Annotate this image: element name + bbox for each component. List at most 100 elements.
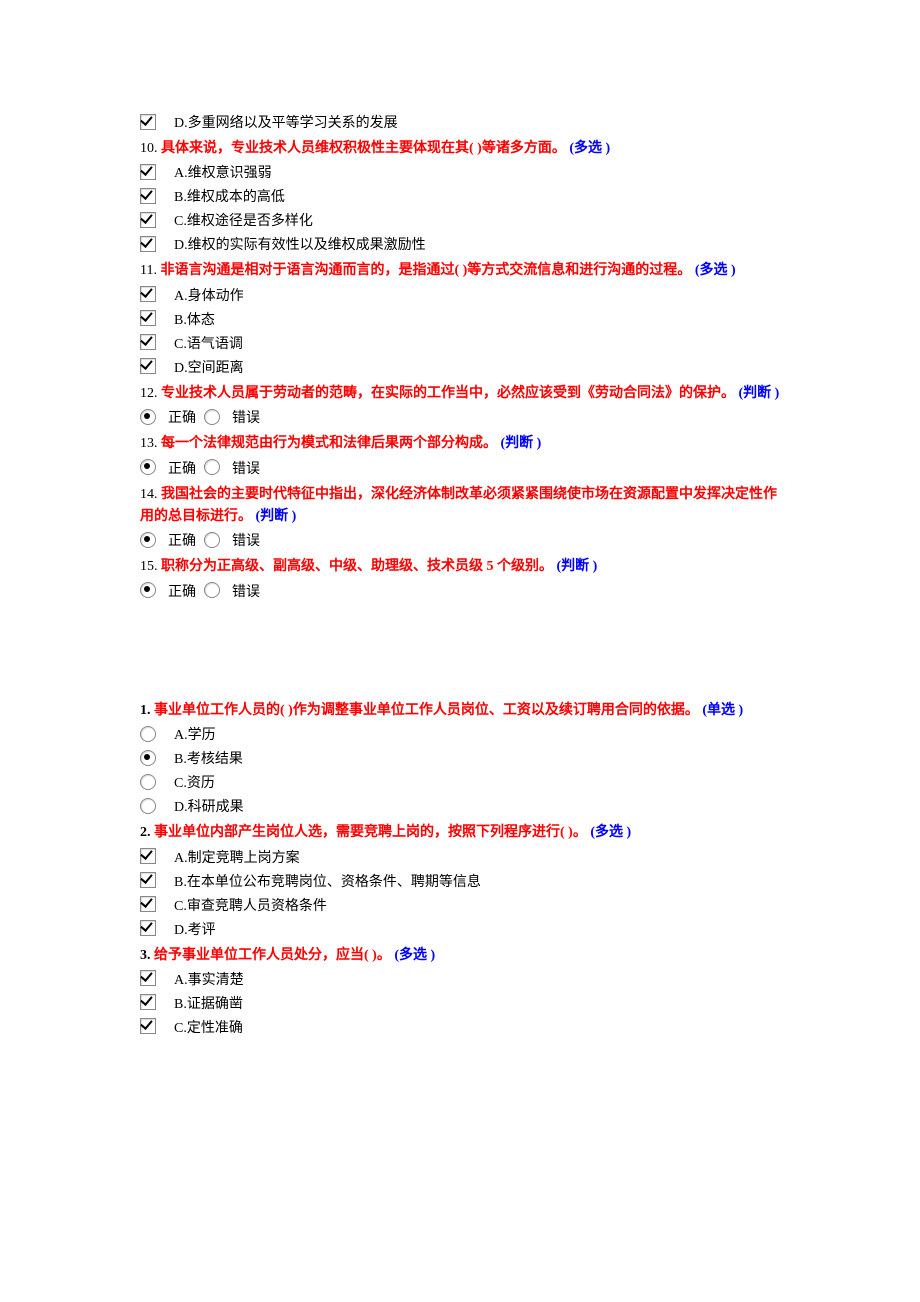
q11-option-d[interactable]: D.空间距离	[140, 358, 780, 379]
question-type: (判断 )	[739, 386, 780, 401]
option-label: D.空间距离	[174, 358, 244, 379]
question-number: 10.	[140, 141, 158, 156]
option-label: D.考评	[174, 920, 216, 941]
radio-false[interactable]	[204, 459, 220, 475]
section-gap	[140, 606, 780, 696]
radio-icon[interactable]	[140, 798, 156, 814]
false-label: 错误	[232, 531, 260, 552]
question-text: 给予事业单位工作人员处分，应当( )。	[154, 948, 391, 963]
question-type: (单选 )	[702, 703, 743, 718]
checkbox-checked-icon[interactable]	[140, 358, 156, 374]
q10-option-b[interactable]: B.维权成本的高低	[140, 187, 780, 208]
s2-question-2: 2. 事业单位内部产生岗位人选，需要竞聘上岗的，按照下列程序进行( )。 (多选…	[140, 822, 780, 844]
checkbox-checked-icon[interactable]	[140, 310, 156, 326]
checkbox-checked-icon[interactable]	[140, 236, 156, 252]
radio-true[interactable]	[140, 582, 156, 598]
radio-false[interactable]	[204, 409, 220, 425]
option-label: C.维权途径是否多样化	[174, 211, 313, 232]
true-label: 正确	[168, 582, 196, 603]
checkbox-checked-icon[interactable]	[140, 920, 156, 936]
option-label: C.语气语调	[174, 334, 243, 355]
question-text: 专业技术人员属于劳动者的范畴，在实际的工作当中，必然应该受到《劳动合同法》的保护…	[161, 386, 735, 401]
question-number: 3.	[140, 948, 151, 963]
option-label: C.资历	[174, 773, 215, 794]
checkbox-checked-icon[interactable]	[140, 970, 156, 986]
q9-option-d[interactable]: D.多重网络以及平等学习关系的发展	[140, 113, 780, 134]
question-type: (多选 )	[569, 141, 610, 156]
question-number: 11.	[140, 263, 157, 278]
false-label: 错误	[232, 459, 260, 480]
q13-tf: 正确 错误	[140, 459, 780, 480]
s2-q1-option-d[interactable]: D.科研成果	[140, 797, 780, 818]
s2-q2-option-b[interactable]: B.在本单位公布竞聘岗位、资格条件、聘期等信息	[140, 872, 780, 893]
s2-q2-option-c[interactable]: C.审查竞聘人员资格条件	[140, 896, 780, 917]
option-label: C.定性准确	[174, 1018, 243, 1039]
option-label: C.审查竞聘人员资格条件	[174, 896, 327, 917]
question-text: 具体来说，专业技术人员维权积极性主要体现在其( )等诸多方面。	[161, 141, 566, 156]
checkbox-checked-icon[interactable]	[140, 286, 156, 302]
q10-option-a[interactable]: A.维权意识强弱	[140, 163, 780, 184]
question-text: 事业单位工作人员的( )作为调整事业单位工作人员岗位、工资以及续订聘用合同的依据…	[154, 703, 699, 718]
radio-true[interactable]	[140, 409, 156, 425]
radio-true[interactable]	[140, 459, 156, 475]
checkbox-checked-icon[interactable]	[140, 212, 156, 228]
question-text: 职称分为正高级、副高级、中级、助理级、技术员级 5 个级别。	[161, 559, 553, 574]
option-label: B.考核结果	[174, 749, 243, 770]
question-10: 10. 具体来说，专业技术人员维权积极性主要体现在其( )等诸多方面。 (多选 …	[140, 138, 780, 160]
s2-q3-option-c[interactable]: C.定性准确	[140, 1018, 780, 1039]
false-label: 错误	[232, 408, 260, 429]
true-label: 正确	[168, 531, 196, 552]
question-number: 2.	[140, 825, 151, 840]
question-number: 15.	[140, 559, 158, 574]
question-type: (多选 )	[590, 825, 631, 840]
true-label: 正确	[168, 408, 196, 429]
question-type: (判断 )	[501, 436, 542, 451]
q12-tf: 正确 错误	[140, 408, 780, 429]
s2-q1-option-c[interactable]: C.资历	[140, 773, 780, 794]
checkbox-checked-icon[interactable]	[140, 896, 156, 912]
checkbox-checked-icon[interactable]	[140, 848, 156, 864]
question-text: 非语言沟通是相对于语言沟通而言的，是指通过( )等方式交流信息和进行沟通的过程。	[160, 263, 691, 278]
s2-q3-option-b[interactable]: B.证据确凿	[140, 994, 780, 1015]
option-label: B.维权成本的高低	[174, 187, 285, 208]
question-number: 14.	[140, 487, 158, 502]
checkbox-checked-icon[interactable]	[140, 994, 156, 1010]
question-12: 12. 专业技术人员属于劳动者的范畴，在实际的工作当中，必然应该受到《劳动合同法…	[140, 383, 780, 405]
radio-icon[interactable]	[140, 774, 156, 790]
radio-checked-icon[interactable]	[140, 750, 156, 766]
option-label: D.维权的实际有效性以及维权成果激励性	[174, 235, 426, 256]
radio-true[interactable]	[140, 532, 156, 548]
q11-option-a[interactable]: A.身体动作	[140, 286, 780, 307]
checkbox-checked-icon[interactable]	[140, 164, 156, 180]
question-number: 12.	[140, 386, 158, 401]
question-text: 每一个法律规范由行为模式和法律后果两个部分构成。	[161, 436, 497, 451]
s2-q2-option-a[interactable]: A.制定竞聘上岗方案	[140, 848, 780, 869]
q14-tf: 正确 错误	[140, 531, 780, 552]
s2-q3-option-a[interactable]: A.事实清楚	[140, 970, 780, 991]
option-label: A.事实清楚	[174, 970, 244, 991]
question-number: 13.	[140, 436, 158, 451]
q11-option-c[interactable]: C.语气语调	[140, 334, 780, 355]
s2-q1-option-b[interactable]: B.考核结果	[140, 749, 780, 770]
option-label: B.在本单位公布竞聘岗位、资格条件、聘期等信息	[174, 872, 481, 893]
q10-option-d[interactable]: D.维权的实际有效性以及维权成果激励性	[140, 235, 780, 256]
q10-option-c[interactable]: C.维权途径是否多样化	[140, 211, 780, 232]
question-type: (判断 )	[256, 509, 297, 524]
s2-q2-option-d[interactable]: D.考评	[140, 920, 780, 941]
checkbox-checked-icon[interactable]	[140, 114, 156, 130]
radio-icon[interactable]	[140, 726, 156, 742]
s2-question-3: 3. 给予事业单位工作人员处分，应当( )。 (多选 )	[140, 945, 780, 967]
true-label: 正确	[168, 459, 196, 480]
s2-q1-option-a[interactable]: A.学历	[140, 725, 780, 746]
s2-question-1: 1. 事业单位工作人员的( )作为调整事业单位工作人员岗位、工资以及续订聘用合同…	[140, 700, 780, 722]
radio-false[interactable]	[204, 582, 220, 598]
q11-option-b[interactable]: B.体态	[140, 310, 780, 331]
checkbox-checked-icon[interactable]	[140, 334, 156, 350]
checkbox-checked-icon[interactable]	[140, 872, 156, 888]
checkbox-checked-icon[interactable]	[140, 188, 156, 204]
checkbox-checked-icon[interactable]	[140, 1018, 156, 1034]
option-label: A.维权意识强弱	[174, 163, 272, 184]
option-label: D.科研成果	[174, 797, 244, 818]
radio-false[interactable]	[204, 532, 220, 548]
false-label: 错误	[232, 582, 260, 603]
